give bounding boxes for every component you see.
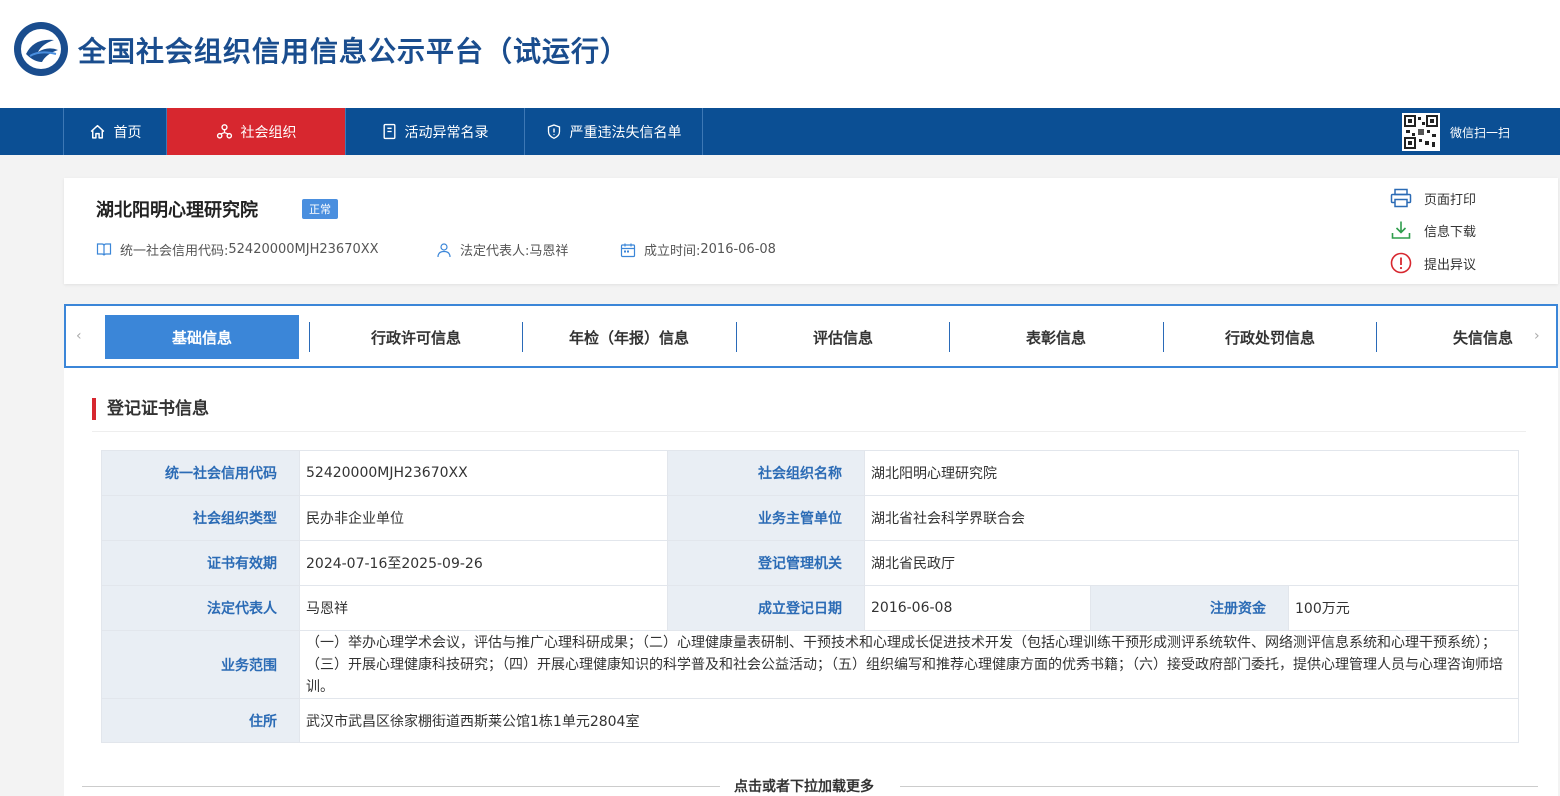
legal-rep-value: 马恩祥: [529, 244, 569, 259]
legal-rep-cell-label: 法定代表人: [101, 585, 300, 631]
load-more-line-left: [82, 786, 720, 787]
nav-item-blacklist-label: 严重违法失信名单: [569, 124, 682, 141]
calendar-icon: [620, 243, 636, 257]
scope-cell-label: 业务范围: [101, 630, 300, 699]
tab-separator: [949, 322, 950, 352]
raise-objection-action[interactable]: 提出异议: [1390, 252, 1476, 274]
supervisor-cell-value: 湖北省社会科学界联合会: [863, 495, 1520, 541]
book-icon: [96, 243, 112, 256]
shield-icon: [547, 124, 560, 140]
nav-item-abnormal-list-label: 活动异常名录: [404, 124, 489, 141]
legal-rep-meta: 法定代表人: 马恩祥: [436, 240, 568, 259]
tab-commendation[interactable]: 表彰信息: [959, 315, 1153, 359]
info-tabs: ‹ 基础信息 行政许可信息 年检（年报）信息 评估信息 表彰信息 行政处罚信息 …: [64, 304, 1558, 368]
site-title: 全国社会组织信用信息公示平台（试运行）: [78, 35, 630, 68]
reg-date-cell-value: 2016-06-08: [864, 585, 1091, 631]
credit-code-meta: 统一社会信用代码: 52420000MJH23670XX: [96, 240, 379, 259]
tab-annual-report[interactable]: 年检（年报）信息: [532, 315, 726, 359]
table-row: 社会组织类型 民办非企业单位 业务主管单位 湖北省社会科学界联合会: [101, 495, 1520, 541]
validity-cell-value: 2024-07-16至2025-09-26: [299, 540, 668, 586]
nav-item-abnormal-list[interactable]: 活动异常名录: [346, 108, 525, 155]
org-icon: [216, 124, 232, 139]
org-type-cell-value: 民办非企业单位: [299, 495, 668, 541]
org-name: 湖北阳明心理研究院: [96, 200, 258, 221]
printer-icon: [1390, 188, 1412, 208]
table-row: 法定代表人 马恩祥 成立登记日期 2016-06-08 注册资金 100万元: [101, 585, 1520, 631]
site-header: 全国社会组织信用信息公示平台（试运行）: [0, 0, 1560, 108]
nav-item-social-org[interactable]: 社会组织: [167, 108, 346, 155]
download-info-label: 信息下载: [1424, 224, 1477, 240]
nav-item-home[interactable]: 首页: [63, 108, 167, 155]
raise-objection-label: 提出异议: [1424, 257, 1477, 273]
supervisor-cell-label: 业务主管单位: [667, 495, 865, 541]
table-row: 住所 武汉市武昌区徐家棚街道西斯莱公馆1栋1单元2804室: [101, 698, 1520, 743]
home-icon: [90, 124, 104, 139]
credit-code-cell-label: 统一社会信用代码: [101, 450, 300, 496]
tab-admin-license[interactable]: 行政许可信息: [319, 315, 513, 359]
warning-icon: [1390, 252, 1412, 274]
capital-cell-label: 注册资金: [1090, 585, 1289, 631]
nav-item-blacklist[interactable]: 严重违法失信名单: [525, 108, 703, 155]
site-logo-icon[interactable]: [12, 20, 70, 78]
scope-cell-value: （一）举办心理学术会议，评估与推广心理科研成果；（二）心理健康量表研制、干预技术…: [298, 630, 1520, 699]
load-more-line-right: [900, 786, 1538, 787]
section-divider: [92, 431, 1526, 432]
table-row: 证书有效期 2024-07-16至2025-09-26 登记管理机关 湖北省民政…: [101, 540, 1520, 586]
load-more-label[interactable]: 点击或者下拉加载更多: [734, 776, 874, 796]
table-row: 统一社会信用代码 52420000MJH23670XX 社会组织名称 湖北阳明心…: [101, 450, 1520, 496]
registrar-cell-label: 登记管理机关: [667, 540, 865, 586]
credit-code-cell-value: 52420000MJH23670XX: [299, 450, 668, 496]
tab-separator: [1163, 322, 1164, 352]
wechat-scan[interactable]: 微信扫一扫: [1402, 112, 1510, 152]
download-info-action[interactable]: 信息下载: [1390, 220, 1476, 240]
main-panel: ‹ 基础信息 行政许可信息 年检（年报）信息 评估信息 表彰信息 行政处罚信息 …: [64, 304, 1558, 796]
nav-item-social-org-label: 社会组织: [240, 124, 297, 141]
registration-info-table: 统一社会信用代码 52420000MJH23670XX 社会组织名称 湖北阳明心…: [101, 450, 1520, 743]
tab-separator: [736, 322, 737, 352]
nav-item-home-label: 首页: [113, 124, 142, 141]
table-row: 业务范围 （一）举办心理学术会议，评估与推广心理科研成果；（二）心理健康量表研制…: [101, 630, 1520, 699]
address-cell-value: 武汉市武昌区徐家棚街道西斯莱公馆1栋1单元2804室: [298, 698, 1520, 743]
tabs-prev-arrow-icon[interactable]: ‹: [76, 328, 82, 344]
org-summary-card: 湖北阳明心理研究院 正常 统一社会信用代码: 52420000MJH23670X…: [64, 178, 1558, 284]
print-page-label: 页面打印: [1424, 192, 1477, 208]
legal-rep-label: 法定代表人:: [460, 244, 530, 259]
main-nav: 首页 社会组织 活动异常名录 严重违法失信名单: [0, 108, 1560, 155]
registrar-cell-value: 湖北省民政厅: [863, 540, 1520, 586]
founded-label: 成立时间:: [644, 244, 701, 259]
founded-meta: 成立时间: 2016-06-08: [620, 240, 776, 259]
document-icon: [382, 123, 396, 140]
address-cell-label: 住所: [101, 698, 300, 743]
person-icon: [437, 242, 451, 257]
org-name-cell-value: 湖北阳明心理研究院: [863, 450, 1520, 496]
download-icon: [1391, 221, 1411, 239]
load-more[interactable]: 点击或者下拉加载更多: [82, 776, 1538, 796]
tab-admin-penalty[interactable]: 行政处罚信息: [1173, 315, 1367, 359]
credit-code-value: 52420000MJH23670XX: [228, 242, 379, 257]
qr-code-icon: [1402, 113, 1440, 151]
founded-value: 2016-06-08: [700, 242, 776, 257]
tab-evaluation[interactable]: 评估信息: [746, 315, 940, 359]
tabs-next-arrow-icon[interactable]: ›: [1534, 328, 1540, 344]
wechat-scan-label: 微信扫一扫: [1450, 125, 1511, 140]
legal-rep-cell-value: 马恩祥: [299, 585, 668, 631]
tab-basic-info[interactable]: 基础信息: [105, 315, 299, 359]
tab-separator: [309, 322, 310, 352]
org-type-cell-label: 社会组织类型: [101, 495, 300, 541]
reg-date-cell-label: 成立登记日期: [667, 585, 865, 631]
status-badge: 正常: [302, 199, 338, 219]
tab-separator: [1376, 322, 1377, 352]
capital-cell-value: 100万元: [1287, 585, 1520, 631]
tab-separator: [522, 322, 523, 352]
validity-cell-label: 证书有效期: [101, 540, 300, 586]
print-page-action[interactable]: 页面打印: [1390, 188, 1476, 208]
section-title: 登记证书信息: [92, 398, 209, 420]
credit-code-label: 统一社会信用代码:: [120, 244, 229, 259]
org-name-cell-label: 社会组织名称: [667, 450, 865, 496]
